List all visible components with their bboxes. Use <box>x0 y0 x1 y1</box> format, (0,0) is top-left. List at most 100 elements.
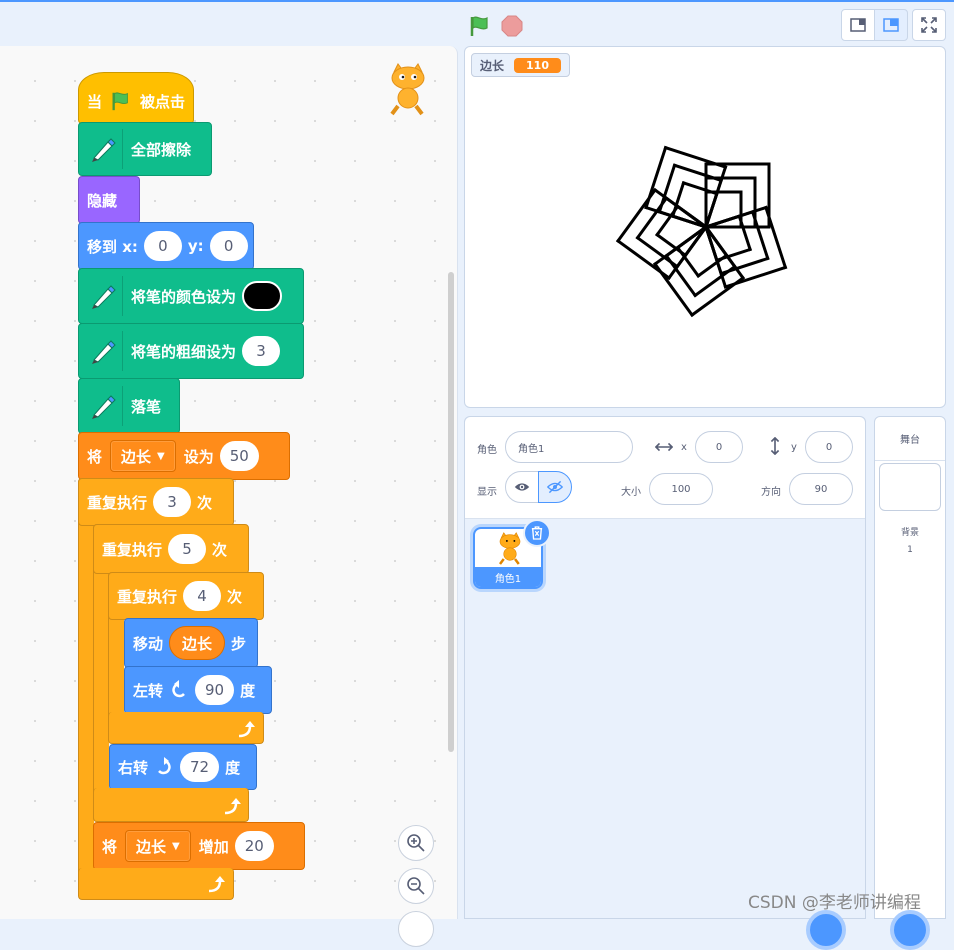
normal-stage-button[interactable] <box>874 9 908 41</box>
zoom-in-icon <box>407 834 425 852</box>
when-flag-clicked-block[interactable]: 当 被点击 <box>78 72 194 124</box>
pen-icon <box>83 386 123 426</box>
pen-stroke <box>672 163 724 183</box>
pen-stroke <box>689 275 746 318</box>
chevron-down-icon: ▼ <box>157 450 165 462</box>
code-scrollbar[interactable] <box>448 272 454 752</box>
x-input[interactable]: 0 <box>695 431 743 463</box>
erase-all-label: 全部擦除 <box>131 140 192 159</box>
set-var-value-input[interactable]: 50 <box>219 441 259 471</box>
pen-stroke <box>693 264 737 298</box>
variable-dropdown[interactable]: 边长 ▼ <box>110 440 176 472</box>
goto-y-input[interactable]: 0 <box>209 231 248 261</box>
add-backdrop-button[interactable] <box>890 910 930 950</box>
loop-arrow-icon <box>238 721 255 738</box>
set-pen-size-block[interactable]: 将笔的粗细设为 3 <box>78 323 304 379</box>
pen-down-block[interactable]: 落笔 <box>78 378 180 434</box>
sprite-cat-icon <box>499 532 521 565</box>
delete-sprite-button[interactable] <box>523 519 551 547</box>
zoom-in-button[interactable] <box>398 825 434 861</box>
turn-right-block[interactable]: 右转 72 度 <box>109 744 257 790</box>
variable-dropdown[interactable]: 边长 ▼ <box>125 830 191 862</box>
set-pen-color-block[interactable]: 将笔的颜色设为 <box>78 268 304 324</box>
set-variable-block[interactable]: 将 边长 ▼ 设为 50 <box>78 432 290 480</box>
green-flag-icon <box>112 92 128 111</box>
add-sprite-button[interactable] <box>806 910 846 950</box>
hide-block[interactable]: 隐藏 <box>78 176 140 224</box>
turn-left-label: 左转 <box>133 681 164 700</box>
sprite-cat-icon <box>390 63 425 116</box>
zoom-out-button[interactable] <box>398 868 434 904</box>
x-value: 0 <box>715 441 723 453</box>
size-label: 大小 <box>621 487 641 498</box>
x-label: x <box>681 442 687 453</box>
repeat-outer-count[interactable]: 3 <box>153 487 192 517</box>
show-sprite-button[interactable] <box>505 471 539 503</box>
move-label: 移动 <box>133 634 164 653</box>
pen-icon <box>83 129 123 169</box>
pen-drawing <box>615 145 788 318</box>
watermark: CSDN @李老师讲编程 <box>748 893 921 913</box>
small-stage-button[interactable] <box>841 9 875 41</box>
repeat-middle-block[interactable]: 重复执行 5 次 <box>93 524 249 574</box>
fullscreen-button[interactable] <box>912 9 946 41</box>
pen-icon <box>83 276 123 316</box>
sprite-pane: 角色 角色1 x 0 y 0 显示 大小 100 方向 90 角色1 <box>464 416 866 919</box>
chevron-down-icon: ▼ <box>172 840 180 852</box>
green-flag-icon[interactable] <box>468 14 492 38</box>
goto-xy-block[interactable]: 移到 x: 0 y: 0 <box>78 222 254 270</box>
hide-sprite-button[interactable] <box>538 471 572 503</box>
turn-right-label: 右转 <box>118 758 149 777</box>
goto-x-input[interactable]: 0 <box>143 231 182 261</box>
y-input[interactable]: 0 <box>805 431 853 463</box>
small-stage-icon <box>850 18 866 32</box>
repeat-middle-suffix: 次 <box>212 540 228 559</box>
zoom-reset-button[interactable] <box>398 911 434 947</box>
trash-icon <box>531 526 543 540</box>
turn-left-block[interactable]: 左转 90 度 <box>124 666 272 714</box>
erase-all-block[interactable]: 全部擦除 <box>78 122 212 176</box>
set-var-prefix: 将 <box>87 447 103 466</box>
repeat-inner-count[interactable]: 4 <box>183 581 222 611</box>
repeat-outer-arm <box>78 478 94 898</box>
direction-value: 90 <box>814 483 828 495</box>
repeat-inner-block[interactable]: 重复执行 4 次 <box>108 572 264 620</box>
change-var-value-input[interactable]: 20 <box>234 831 274 861</box>
hide-label: 隐藏 <box>87 191 118 210</box>
stop-icon[interactable] <box>500 14 524 38</box>
set-pen-size-label: 将笔的粗细设为 <box>131 342 237 361</box>
show-label: 显示 <box>477 487 497 498</box>
goto-y-label: y: <box>187 237 204 255</box>
repeat-inner-suffix: 次 <box>227 587 243 606</box>
pen-size-input[interactable]: 3 <box>242 336 281 366</box>
stage-canvas[interactable]: 边长 110 <box>464 46 946 408</box>
vertical-arrow-icon <box>770 437 780 455</box>
y-label: y <box>791 442 797 453</box>
pen-stroke <box>750 209 770 261</box>
sprite-name-input[interactable]: 角色1 <box>505 431 633 463</box>
repeat-middle-count[interactable]: 5 <box>168 534 207 564</box>
loop-arrow-icon <box>208 876 225 893</box>
repeat-outer-label: 重复执行 <box>87 493 148 512</box>
direction-input[interactable]: 90 <box>789 473 853 505</box>
set-var-mid: 设为 <box>183 447 214 466</box>
stage-thumbnail[interactable] <box>879 463 941 511</box>
repeat-outer-block[interactable]: 重复执行 3 次 <box>78 478 234 526</box>
backdrop-label: 背景 <box>900 528 919 538</box>
size-input[interactable]: 100 <box>649 473 713 505</box>
goto-label: 移到 x: <box>87 237 138 256</box>
pen-stroke <box>652 224 709 267</box>
repeat-outer-suffix: 次 <box>197 493 213 512</box>
sprite-info-panel: 角色 角色1 x 0 y 0 显示 大小 100 方向 90 <box>465 417 865 519</box>
turn-left-input[interactable]: 90 <box>195 675 235 705</box>
stage-selector-pane[interactable]: 舞台 背景 1 <box>874 416 946 919</box>
normal-stage-icon <box>883 18 899 32</box>
pen-stroke <box>737 214 752 252</box>
move-steps-block[interactable]: 移动 边长 步 <box>124 618 258 668</box>
rotate-left-icon <box>172 680 185 698</box>
pen-color-picker[interactable] <box>242 281 283 311</box>
turn-right-input[interactable]: 72 <box>180 752 220 782</box>
change-variable-block[interactable]: 将 边长 ▼ 增加 20 <box>93 822 305 870</box>
pen-stroke <box>666 224 709 281</box>
variable-reporter[interactable]: 边长 <box>169 626 226 660</box>
